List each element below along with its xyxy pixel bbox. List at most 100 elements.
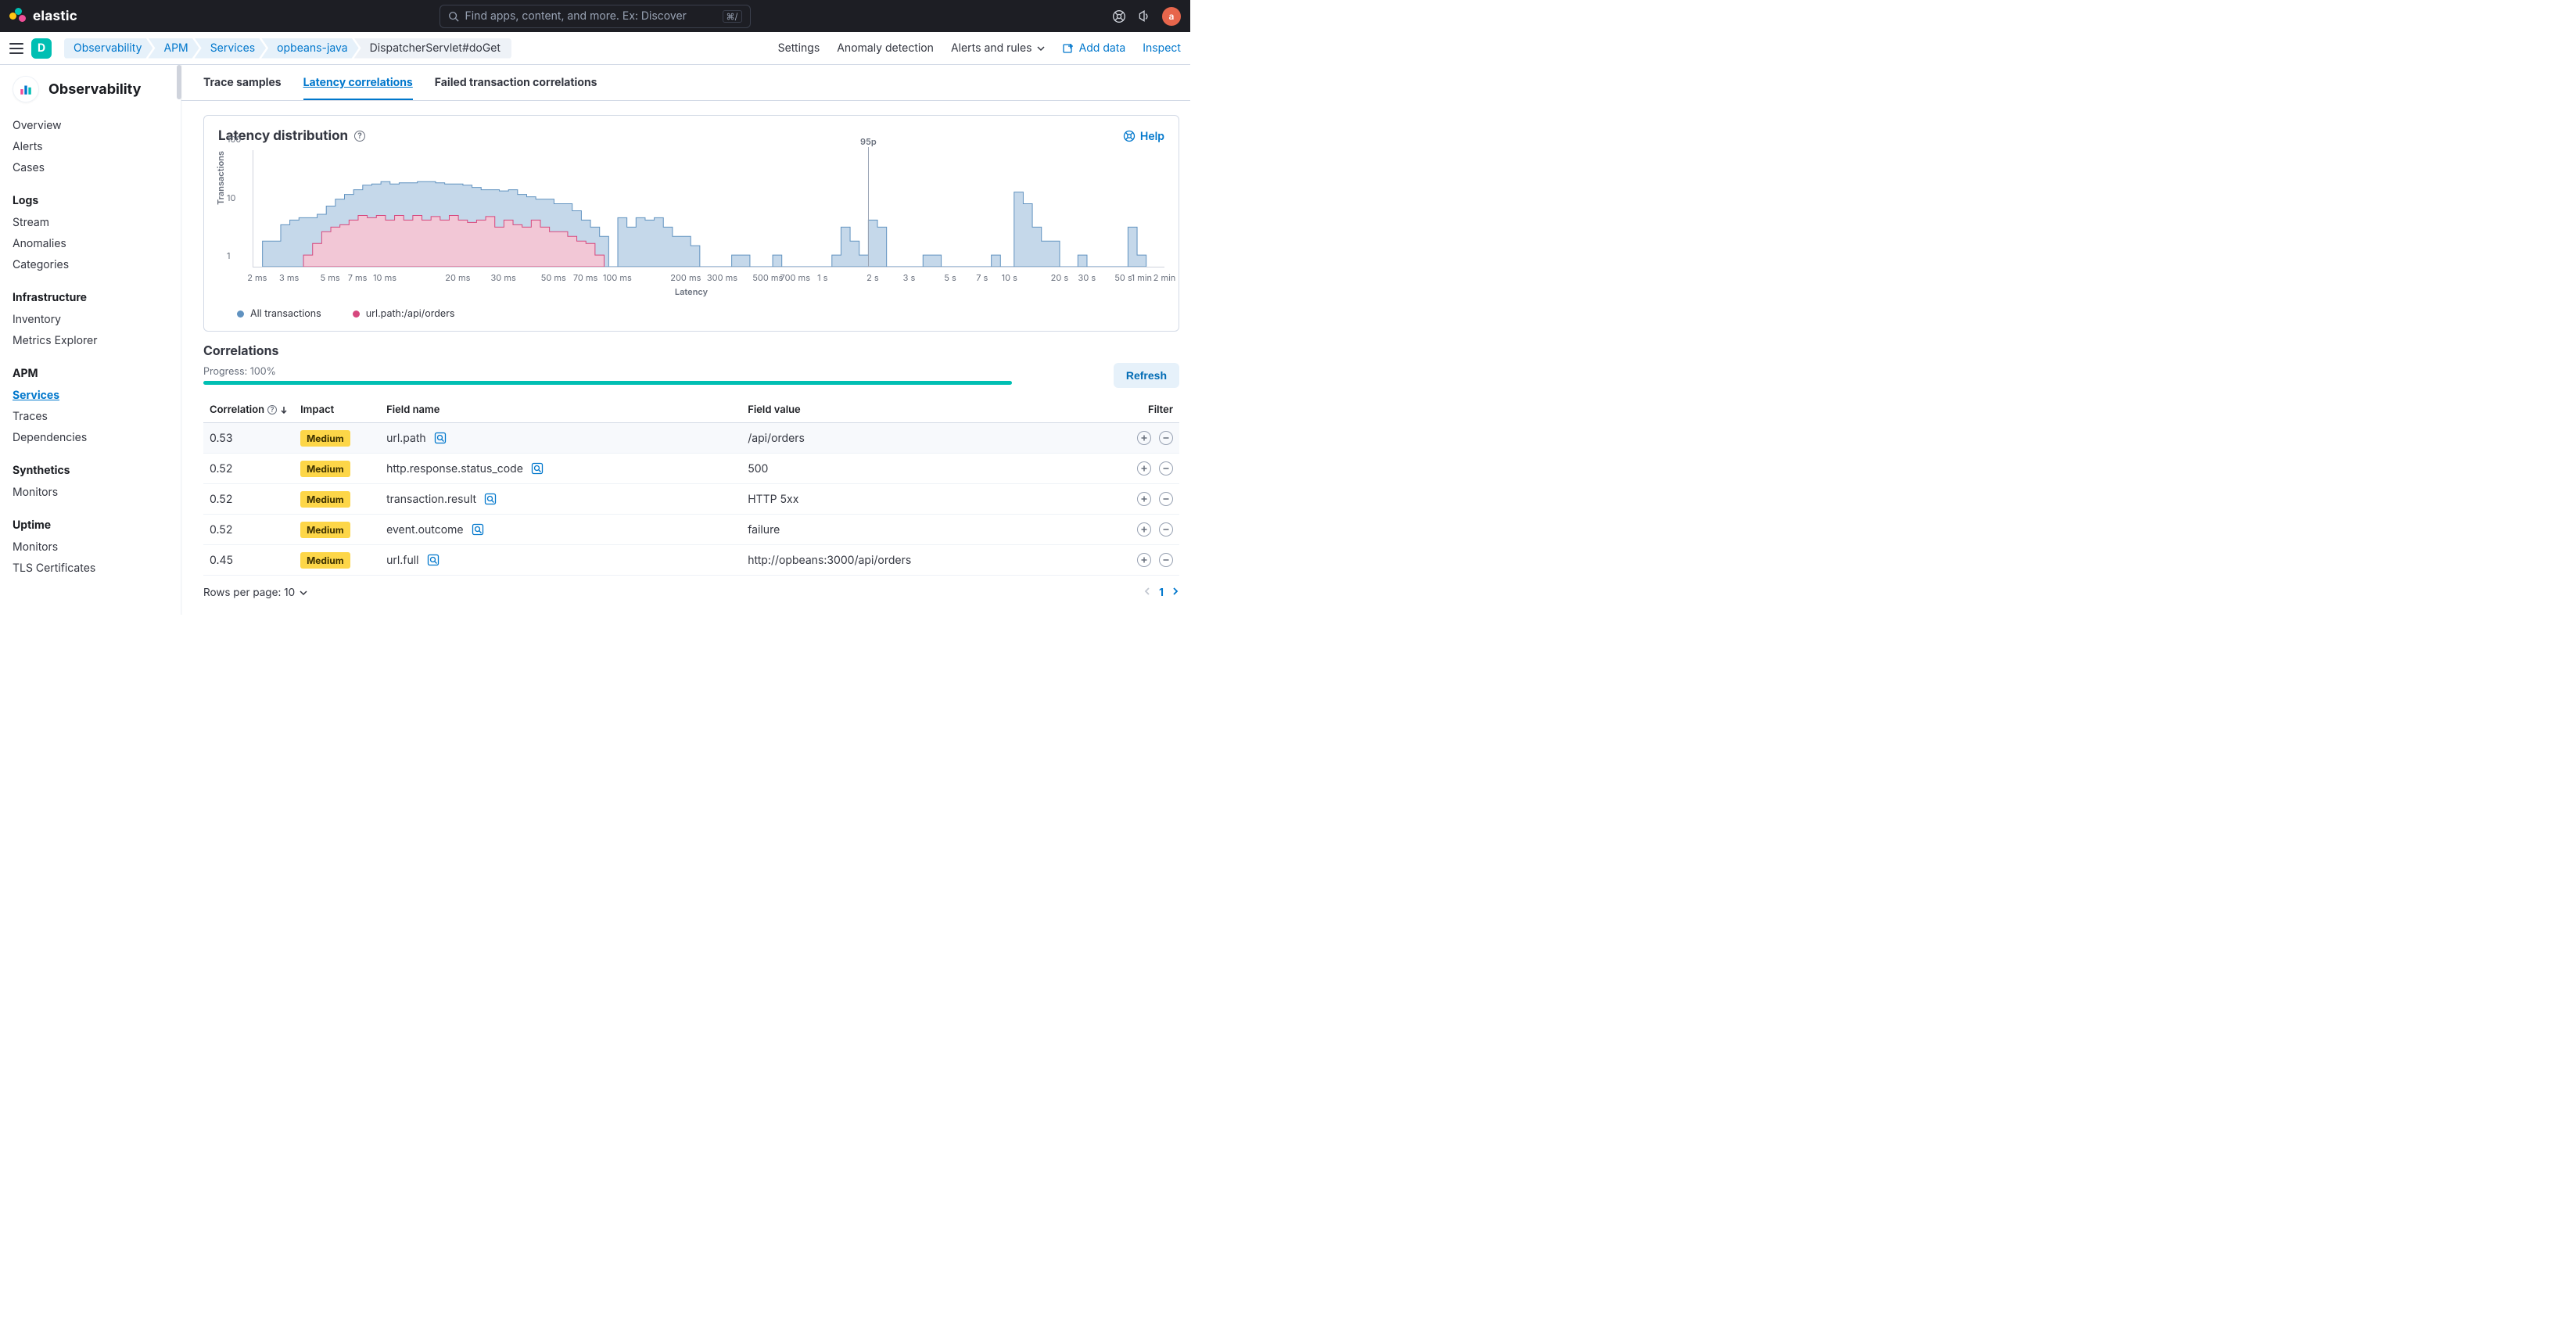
filter-in-icon[interactable] — [1137, 461, 1151, 476]
alerts-rules-dropdown[interactable]: Alerts and rules — [951, 41, 1045, 55]
sidebar-item-cases[interactable]: Cases — [13, 157, 168, 178]
search-shortcut: ⌘/ — [723, 10, 742, 23]
col-correlation[interactable]: Correlation ? — [203, 397, 294, 423]
breadcrumb-item[interactable]: Services — [195, 38, 266, 59]
filter-out-icon[interactable] — [1159, 553, 1173, 567]
x-tick: 3 ms — [279, 272, 299, 283]
cell-field-value: 500 — [741, 454, 1117, 484]
breadcrumb-item[interactable]: opbeans-java — [261, 38, 359, 59]
table-row[interactable]: 0.52 Medium event.outcome failure — [203, 515, 1179, 545]
nav-toggle-icon[interactable] — [9, 43, 23, 54]
space-selector[interactable]: D — [31, 38, 52, 59]
sidebar-item-anomalies[interactable]: Anomalies — [13, 233, 168, 254]
search-placeholder: Find apps, content, and more. Ex: Discov… — [465, 9, 716, 23]
inspect-field-icon[interactable] — [472, 523, 484, 536]
x-tick: 500 ms — [752, 272, 783, 283]
header-actions: a — [1112, 7, 1181, 26]
impact-badge: Medium — [300, 522, 350, 538]
table-row[interactable]: 0.45 Medium url.full http://opbeans:3000… — [203, 545, 1179, 576]
help-tooltip-icon[interactable]: ? — [267, 405, 277, 415]
inspect-link[interactable]: Inspect — [1143, 41, 1181, 55]
sidebar: Observability Overview Alerts Cases Logs… — [0, 65, 181, 615]
anomaly-detection-link[interactable]: Anomaly detection — [837, 41, 934, 55]
table-row[interactable]: 0.53 Medium url.path /api/orders — [203, 423, 1179, 454]
brand-logo[interactable]: elastic — [9, 8, 77, 25]
newsfeed-icon[interactable] — [1137, 9, 1151, 23]
sidebar-item-services[interactable]: Services — [13, 385, 168, 406]
filter-in-icon[interactable] — [1137, 492, 1151, 506]
prev-page[interactable] — [1143, 587, 1151, 599]
user-avatar[interactable]: a — [1162, 7, 1181, 26]
breadcrumb-item[interactable]: APM — [148, 38, 199, 59]
rows-per-page[interactable]: Rows per page: 10 — [203, 587, 307, 599]
sidebar-item-stream[interactable]: Stream — [13, 212, 168, 233]
tab-latency-correlations[interactable]: Latency correlations — [303, 76, 413, 100]
impact-badge: Medium — [300, 461, 350, 477]
inspect-field-icon[interactable] — [427, 554, 439, 566]
cell-field-value: failure — [741, 515, 1117, 545]
global-search[interactable]: Find apps, content, and more. Ex: Discov… — [439, 5, 751, 28]
legend-item[interactable]: url.path:/api/orders — [353, 308, 455, 320]
x-tick: 200 ms — [670, 272, 701, 283]
legend-swatch-icon — [353, 310, 360, 318]
legend-item[interactable]: All transactions — [237, 308, 321, 320]
tab-bar: Trace samples Latency correlations Failed … — [181, 65, 1190, 101]
sidebar-item-categories[interactable]: Categories — [13, 254, 168, 275]
add-data-link[interactable]: Add data — [1062, 41, 1126, 55]
impact-badge: Medium — [300, 491, 350, 508]
cell-field-name: url.path — [380, 423, 741, 454]
lifebuoy-icon[interactable] — [1112, 9, 1126, 23]
pagination: Rows per page: 10 1 — [203, 587, 1179, 599]
inspect-field-icon[interactable] — [484, 493, 497, 505]
sidebar-item-metrics-explorer[interactable]: Metrics Explorer — [13, 330, 168, 351]
help-tooltip-icon[interactable]: ? — [354, 131, 365, 142]
col-impact[interactable]: Impact — [294, 397, 380, 423]
cell-correlation: 0.52 — [203, 484, 294, 515]
sidebar-item-overview[interactable]: Overview — [13, 115, 168, 136]
sidebar-item-monitors[interactable]: Monitors — [13, 537, 168, 558]
sidebar-item-monitors[interactable]: Monitors — [13, 482, 168, 503]
next-page[interactable] — [1171, 587, 1179, 599]
x-tick: 7 s — [976, 272, 988, 283]
filter-in-icon[interactable] — [1137, 553, 1151, 567]
table-row[interactable]: 0.52 Medium http.response.status_code 50… — [203, 454, 1179, 484]
sidebar-title-text: Observability — [48, 81, 142, 98]
tab-failed-transaction-correlations[interactable]: Failed transaction correlations — [435, 76, 597, 100]
filter-in-icon[interactable] — [1137, 431, 1151, 445]
sidebar-item-alerts[interactable]: Alerts — [13, 136, 168, 157]
main-content: Trace samples Latency correlations Failed … — [181, 65, 1190, 615]
inspect-field-icon[interactable] — [434, 432, 447, 444]
cell-impact: Medium — [294, 484, 380, 515]
p95-marker — [868, 147, 869, 267]
settings-link[interactable]: Settings — [778, 41, 820, 55]
scrollbar-thumb[interactable] — [177, 65, 181, 99]
filter-out-icon[interactable] — [1159, 431, 1173, 445]
filter-out-icon[interactable] — [1159, 522, 1173, 537]
filter-out-icon[interactable] — [1159, 461, 1173, 476]
x-tick: 70 ms — [573, 272, 598, 283]
inspect-field-icon[interactable] — [531, 462, 544, 475]
col-field-name[interactable]: Field name — [380, 397, 741, 423]
tab-trace-samples[interactable]: Trace samples — [203, 76, 282, 100]
correlations-table: Correlation ? Impact Field name Field va… — [203, 397, 1179, 576]
sidebar-item-dependencies[interactable]: Dependencies — [13, 427, 168, 448]
sidebar-item-traces[interactable]: Traces — [13, 406, 168, 427]
filter-in-icon[interactable] — [1137, 522, 1151, 537]
x-tick: 20 s — [1051, 272, 1069, 283]
sub-header: D Observability APM Services opbeans-jav… — [0, 32, 1190, 65]
filter-out-icon[interactable] — [1159, 492, 1173, 506]
page-number[interactable]: 1 — [1159, 587, 1164, 599]
search-icon — [448, 11, 459, 22]
cell-filter — [1117, 484, 1179, 515]
table-row[interactable]: 0.52 Medium transaction.result HTTP 5xx — [203, 484, 1179, 515]
sidebar-item-tls-certificates[interactable]: TLS Certificates — [13, 558, 168, 579]
x-tick: 10 s — [1002, 272, 1017, 283]
cell-impact: Medium — [294, 515, 380, 545]
help-link[interactable]: Help — [1123, 130, 1164, 143]
col-field-value[interactable]: Field value — [741, 397, 1117, 423]
breadcrumb-item-current: DispatcherServlet#doGet — [354, 38, 511, 59]
cell-correlation: 0.52 — [203, 454, 294, 484]
breadcrumb-item[interactable]: Observability — [64, 38, 152, 59]
refresh-button[interactable]: Refresh — [1114, 363, 1179, 388]
sidebar-item-inventory[interactable]: Inventory — [13, 309, 168, 330]
